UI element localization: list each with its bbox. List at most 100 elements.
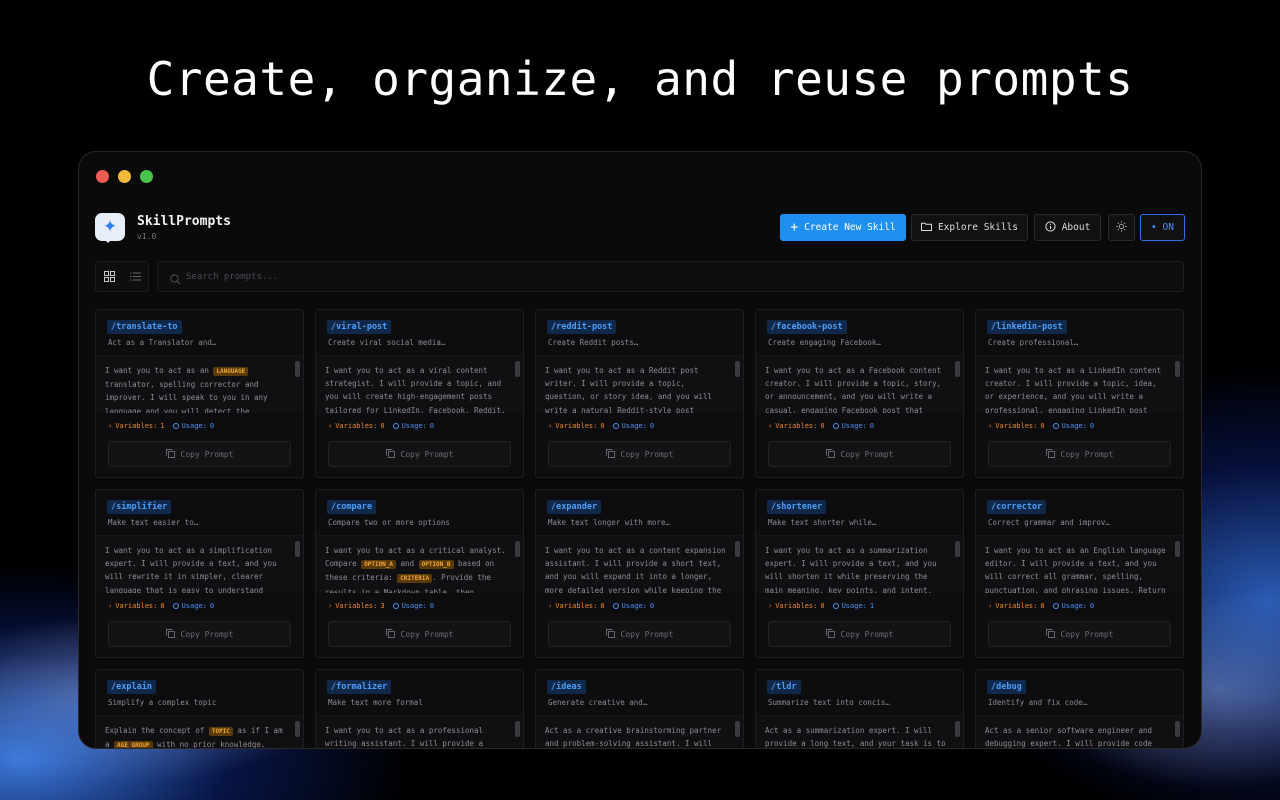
prompt-card[interactable]: /tldr Summarize text into concis… Act as a… [755, 669, 964, 749]
grid-view-icon[interactable] [103, 267, 115, 286]
preview-scrollbar[interactable] [735, 361, 740, 377]
copy-icon [825, 628, 835, 640]
maximize-window-dot[interactable] [140, 170, 153, 183]
prompt-text: I want you to act as a simplification ex… [105, 544, 289, 593]
prompt-preview[interactable]: Act as a senior software engineer and de… [976, 715, 1183, 748]
explore-skills-label: Explore Skills [937, 222, 1019, 233]
preview-scrollbar[interactable] [515, 361, 520, 377]
copy-prompt-label: Copy Prompt [1060, 449, 1114, 459]
logo-tail [103, 238, 113, 243]
prompt-card[interactable]: /ideas Generate creative and… Act as a cre… [535, 669, 744, 748]
preview-scrollbar[interactable] [955, 721, 960, 737]
preview-scrollbar[interactable] [515, 541, 520, 557]
prompt-card[interactable]: /explain Simplify a complex topic Explain … [95, 669, 304, 748]
variables-count: › Variables: 0 [988, 602, 1045, 610]
copy-icon [165, 448, 175, 460]
create-new-skill-button[interactable]: + Create New Skill [780, 214, 906, 241]
prompt-preview[interactable]: I want you to act as a Facebook content … [756, 355, 963, 413]
minimize-window-dot[interactable] [118, 170, 131, 183]
copy-prompt-label: Copy Prompt [1060, 629, 1114, 639]
preview-scrollbar[interactable] [1175, 721, 1180, 737]
variables-count: › Variables: 1 [108, 422, 165, 430]
prompt-card[interactable]: /debug Identify and fix code… Act as a sen… [975, 669, 1184, 748]
prompt-card[interactable]: /linkedin-post Create professional… I want… [975, 309, 1184, 478]
prompt-card[interactable]: /shortener Make text shorter while… I want… [755, 489, 964, 658]
variables-value: 0 [1040, 602, 1045, 610]
prompt-preview[interactable]: I want you to act as a content expansion… [536, 535, 743, 593]
prompt-preview[interactable]: I want you to act as a viral content str… [316, 355, 523, 413]
folder-icon [920, 222, 932, 234]
prompt-text-segment: I want you to act as a professional writ… [325, 726, 484, 749]
prompt-preview[interactable]: I want you to act as an LANGUAGE transla… [96, 355, 303, 413]
prompt-text: I want you to act as a summarization exp… [765, 544, 949, 593]
prompt-text: I want you to act as a viral content str… [325, 364, 509, 413]
usage-count: Usage: 0 [612, 602, 654, 610]
prompt-card[interactable]: /viral-post Create viral social media… I w… [315, 309, 524, 478]
prompt-preview[interactable]: I want you to act as a critical analyst.… [316, 535, 523, 593]
copy-prompt-button[interactable]: Copy Prompt [108, 621, 291, 647]
copy-prompt-button[interactable]: Copy Prompt [768, 621, 951, 647]
on-toggle-button[interactable]: • ON [1140, 214, 1185, 241]
preview-scrollbar[interactable] [295, 541, 300, 557]
prompt-card[interactable]: /reddit-post Create Reddit posts… I want y… [535, 309, 744, 478]
copy-prompt-button[interactable]: Copy Prompt [108, 441, 291, 467]
explore-skills-button[interactable]: Explore Skills [911, 214, 1028, 241]
variables-label: Variables: [115, 422, 158, 430]
window-titlebar [79, 152, 1201, 200]
skill-description: Make text longer with more… [548, 518, 670, 527]
preview-scrollbar[interactable] [295, 721, 300, 737]
variables-value: 0 [160, 602, 165, 610]
prompt-card[interactable]: /simplifier Make text easier to… I want yo… [95, 489, 304, 658]
copy-icon [1045, 628, 1055, 640]
prompt-text-segment: Explain the concept of [105, 726, 209, 735]
preview-scrollbar[interactable] [1175, 361, 1180, 377]
skill-command: /shortener [767, 500, 827, 514]
list-view-icon[interactable] [129, 267, 141, 286]
prompt-card[interactable]: /corrector Correct grammar and improv… I w… [975, 489, 1184, 658]
about-button[interactable]: About [1034, 214, 1101, 241]
variables-count: › Variables: 0 [768, 422, 825, 430]
copy-prompt-button[interactable]: Copy Prompt [548, 441, 731, 467]
prompt-preview[interactable]: I want you to act as a Reddit post write… [536, 355, 743, 413]
prompt-preview[interactable]: I want you to act as an English language… [976, 535, 1183, 593]
copy-prompt-button[interactable]: Copy Prompt [328, 621, 511, 647]
prompt-text-segment: Act as a summarization expert. I will pr… [765, 726, 946, 749]
close-window-dot[interactable] [96, 170, 109, 183]
prompt-card[interactable]: /compare Compare two or more options I wan… [315, 489, 524, 658]
prompt-card[interactable]: /formalizer Make text more formal I want y… [315, 669, 524, 749]
preview-scrollbar[interactable] [955, 541, 960, 557]
prompt-card[interactable]: /translate-to Act as a Translator and… I w… [95, 309, 304, 478]
variables-count: › Variables: 0 [548, 422, 605, 430]
copy-prompt-button[interactable]: Copy Prompt [988, 621, 1171, 647]
preview-scrollbar[interactable] [515, 721, 520, 737]
variables-count: › Variables: 0 [108, 602, 165, 610]
copy-prompt-button[interactable]: Copy Prompt [768, 441, 951, 467]
prompt-preview[interactable]: I want you to act as a simplification ex… [96, 535, 303, 593]
chevron-right-icon: › [548, 422, 553, 430]
prompt-preview[interactable]: Act as a summarization expert. I will pr… [756, 715, 963, 749]
theme-toggle-button[interactable] [1108, 214, 1135, 241]
usage-value: 0 [1089, 422, 1095, 430]
prompt-card[interactable]: /expander Make text longer with more… I wa… [535, 489, 744, 658]
prompt-preview[interactable]: Explain the concept of TOPIC as if I am … [96, 715, 303, 748]
copy-prompt-button[interactable]: Copy Prompt [328, 441, 511, 467]
preview-scrollbar[interactable] [735, 541, 740, 557]
variable-chip: OPTION_B [418, 560, 454, 570]
copy-prompt-button[interactable]: Copy Prompt [548, 621, 731, 647]
prompt-preview[interactable]: I want you to act as a summarization exp… [756, 535, 963, 593]
copy-icon [1045, 448, 1055, 460]
prompt-preview[interactable]: I want you to act as a professional writ… [316, 715, 523, 749]
preview-scrollbar[interactable] [735, 721, 740, 737]
preview-scrollbar[interactable] [1175, 541, 1180, 557]
prompt-card[interactable]: /facebook-post Create engaging Facebook… I… [755, 309, 964, 478]
prompt-preview[interactable]: I want you to act as a LinkedIn content … [976, 355, 1183, 413]
search-input[interactable] [186, 268, 786, 286]
usage-count: Usage: 0 [1052, 602, 1094, 610]
prompt-text-segment: I want you to act as a summarization exp… [765, 546, 937, 593]
app-header: ✦ SkillPrompts v1.0 + Create New Skill E… [95, 210, 1185, 246]
skill-command: /tldr [767, 680, 801, 694]
preview-scrollbar[interactable] [955, 361, 960, 377]
preview-scrollbar[interactable] [295, 361, 300, 377]
copy-prompt-button[interactable]: Copy Prompt [988, 441, 1171, 467]
prompt-preview[interactable]: Act as a creative brainstorming partner … [536, 715, 743, 748]
